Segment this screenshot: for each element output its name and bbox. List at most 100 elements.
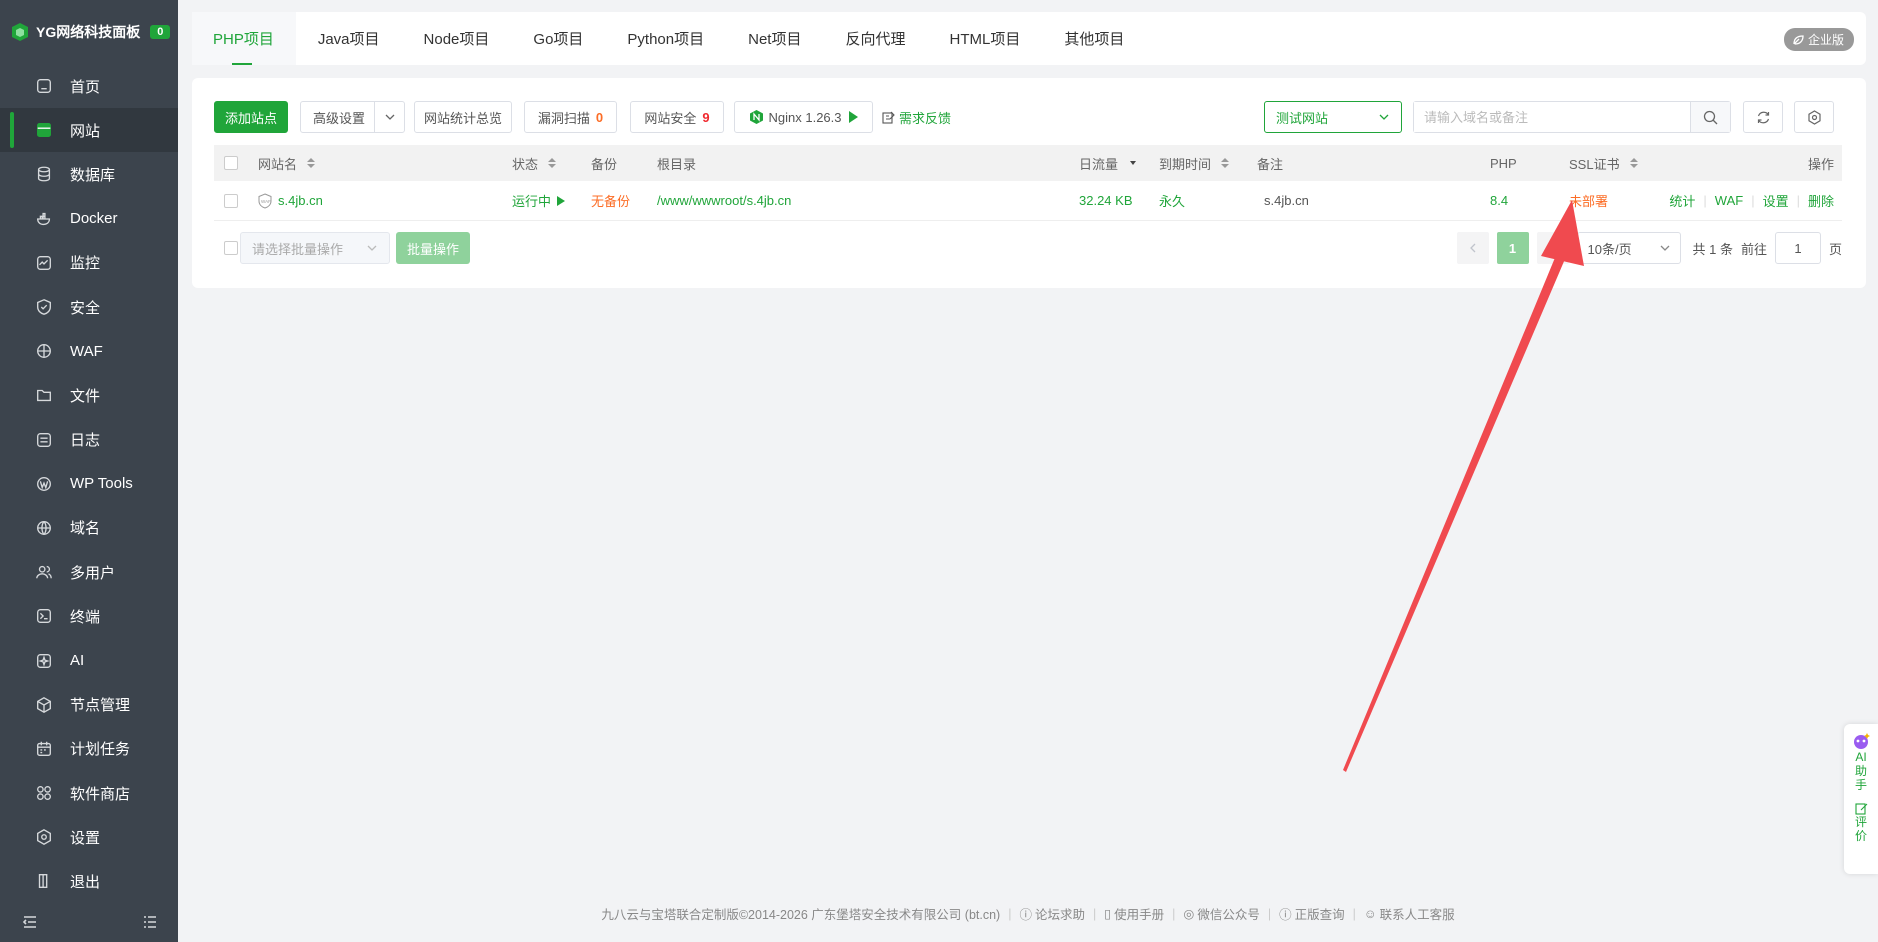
- gear-icon: [1807, 109, 1821, 125]
- bulk-action-select[interactable]: 请选择批量操作: [240, 232, 390, 264]
- sidebar-item-terminal[interactable]: 终端: [0, 594, 178, 638]
- tab-java[interactable]: Java项目: [296, 12, 402, 65]
- sidebar-item-database[interactable]: 数据库: [0, 152, 178, 196]
- tab-python[interactable]: Python项目: [605, 12, 726, 65]
- sidebar-item-settings[interactable]: 设置: [0, 815, 178, 859]
- column-label: 状态: [512, 156, 539, 172]
- license-check-link[interactable]: ⓘ 正版查询: [1279, 904, 1345, 923]
- tab-other[interactable]: 其他项目: [1042, 12, 1146, 65]
- stats-overview-button[interactable]: 网站统计总览: [414, 101, 512, 133]
- refresh-button[interactable]: [1743, 101, 1783, 133]
- feedback-link[interactable]: 需求反馈: [882, 101, 951, 133]
- ai-helper-label-3: 手: [1854, 778, 1867, 792]
- bulk-checkbox[interactable]: [224, 241, 238, 255]
- column-expire[interactable]: 到期时间: [1159, 145, 1230, 181]
- status-cell[interactable]: 运行中: [512, 181, 566, 220]
- docker-icon: [34, 209, 54, 229]
- sidebar-item-label: 安全: [70, 299, 101, 317]
- backup-cell[interactable]: 无备份: [591, 181, 630, 220]
- ops-cell: 统计 | WAF | 设置 | 删除: [1669, 181, 1834, 220]
- menu-list-icon[interactable]: [142, 914, 158, 930]
- vuln-scan-count: 0: [595, 109, 604, 125]
- sidebar-item-domain[interactable]: 域名: [0, 506, 178, 550]
- sidebar-item-label: 终端: [70, 608, 101, 626]
- page-size-select[interactable]: 10条/页: [1576, 232, 1681, 264]
- search-input[interactable]: [1414, 102, 1690, 132]
- column-site-name[interactable]: 网站名: [258, 145, 316, 181]
- vuln-scan-button[interactable]: 漏洞扫描 0: [524, 101, 617, 133]
- tab-reverse-proxy[interactable]: 反向代理: [823, 12, 927, 65]
- wechat-link[interactable]: ◎ 微信公众号: [1183, 904, 1259, 923]
- root-path-link[interactable]: /www/wwwroot/s.4jb.cn: [657, 181, 791, 220]
- sidebar-item-label: 设置: [70, 829, 101, 847]
- search-button[interactable]: [1690, 102, 1730, 132]
- ssl-status-cell[interactable]: 未部署: [1569, 181, 1608, 220]
- tab-node[interactable]: Node项目: [402, 12, 512, 65]
- sidebar-item-label: 日志: [70, 432, 101, 450]
- site-name-link[interactable]: s.4jb.cn: [278, 193, 323, 208]
- chevron-down-icon[interactable]: [374, 102, 404, 132]
- row-checkbox[interactable]: [224, 181, 238, 220]
- waf-link[interactable]: WAF: [1715, 193, 1743, 208]
- chevron-left-icon: [1469, 243, 1475, 253]
- collapse-icon[interactable]: [22, 914, 38, 930]
- nginx-version-button[interactable]: Nginx 1.26.3: [734, 101, 873, 133]
- brand[interactable]: YG网络科技面板 0: [0, 0, 178, 64]
- expire-cell[interactable]: 永久: [1159, 181, 1185, 220]
- stats-link[interactable]: 统计: [1669, 191, 1695, 210]
- sidebar-item-files[interactable]: 文件: [0, 373, 178, 417]
- support-icon: ☺: [1363, 906, 1377, 921]
- sidebar-item-label: 监控: [70, 255, 101, 273]
- support-link[interactable]: ☺ 联系人工客服: [1364, 904, 1455, 923]
- sidebar-item-users[interactable]: 多用户: [0, 550, 178, 594]
- column-status[interactable]: 状态: [512, 145, 557, 181]
- advanced-settings-button[interactable]: 高级设置: [300, 101, 405, 133]
- delete-link[interactable]: 删除: [1808, 191, 1834, 210]
- sidebar-item-docker[interactable]: Docker: [0, 197, 178, 241]
- select-all-checkbox[interactable]: [224, 145, 238, 181]
- php-version-cell[interactable]: 8.4: [1490, 181, 1508, 220]
- next-page-button[interactable]: [1536, 232, 1569, 264]
- ai-helper-label-2: 助: [1854, 764, 1867, 778]
- sidebar-item-cron[interactable]: 计划任务: [0, 727, 178, 771]
- tab-html[interactable]: HTML项目: [927, 12, 1042, 65]
- sidebar-item-logout[interactable]: 退出: [0, 859, 178, 903]
- sidebar-item-nodes[interactable]: 节点管理: [0, 683, 178, 727]
- settings-button[interactable]: [1794, 101, 1834, 133]
- column-traffic[interactable]: 日流量: [1079, 145, 1137, 181]
- prev-page-button[interactable]: [1456, 232, 1489, 264]
- sidebar-item-security[interactable]: 安全: [0, 285, 178, 329]
- goto-page-input[interactable]: 1: [1774, 232, 1821, 264]
- sidebar-item-waf[interactable]: WAF: [0, 329, 178, 373]
- add-site-button[interactable]: 添加站点: [214, 101, 288, 133]
- bulk-action-button[interactable]: 批量操作: [396, 232, 470, 264]
- sidebar-item-label: 网站: [70, 122, 101, 140]
- remark-cell[interactable]: s.4jb.cn: [1264, 181, 1309, 220]
- site-security-button[interactable]: 网站安全 9: [630, 101, 724, 133]
- sidebar-item-wp-tools[interactable]: WP Tools: [0, 462, 178, 506]
- column-ssl[interactable]: SSL证书: [1569, 145, 1638, 181]
- sidebar-item-store[interactable]: 软件商店: [0, 771, 178, 815]
- site-list-card: 添加站点 高级设置 网站统计总览 漏洞扫描 0 网站安全 9 Nginx 1.2…: [192, 78, 1866, 288]
- sidebar-item-logs[interactable]: 日志: [0, 418, 178, 462]
- forum-link[interactable]: ⓘ 论坛求助: [1019, 904, 1085, 923]
- category-select[interactable]: 测试网站: [1264, 101, 1402, 133]
- traffic-cell[interactable]: 32.24 KB: [1079, 181, 1133, 220]
- tab-php[interactable]: PHP项目: [192, 12, 296, 65]
- sidebar-item-label: 首页: [70, 78, 101, 96]
- tab-net[interactable]: Net项目: [726, 12, 823, 65]
- sidebar-item-ai[interactable]: AI: [0, 638, 178, 682]
- page-number[interactable]: 1: [1496, 232, 1529, 264]
- tab-go[interactable]: Go项目: [511, 12, 605, 65]
- leaf-icon: [1793, 34, 1804, 45]
- enterprise-badge[interactable]: 企业版: [1783, 28, 1854, 51]
- manual-link[interactable]: ▯ 使用手册: [1104, 904, 1164, 923]
- brand-badge: 0: [150, 25, 171, 39]
- project-tabs: PHP项目 Java项目 Node项目 Go项目 Python项目 Net项目 …: [192, 12, 1866, 65]
- sidebar-item-monitor[interactable]: 监控: [0, 241, 178, 285]
- sidebar-item-website[interactable]: 网站: [0, 108, 178, 153]
- sidebar-item-home[interactable]: 首页: [0, 64, 178, 108]
- ai-helper-float[interactable]: AI 助 手 评 价: [1844, 724, 1878, 874]
- chevron-down-icon: [1660, 245, 1669, 251]
- site-settings-link[interactable]: 设置: [1763, 191, 1789, 210]
